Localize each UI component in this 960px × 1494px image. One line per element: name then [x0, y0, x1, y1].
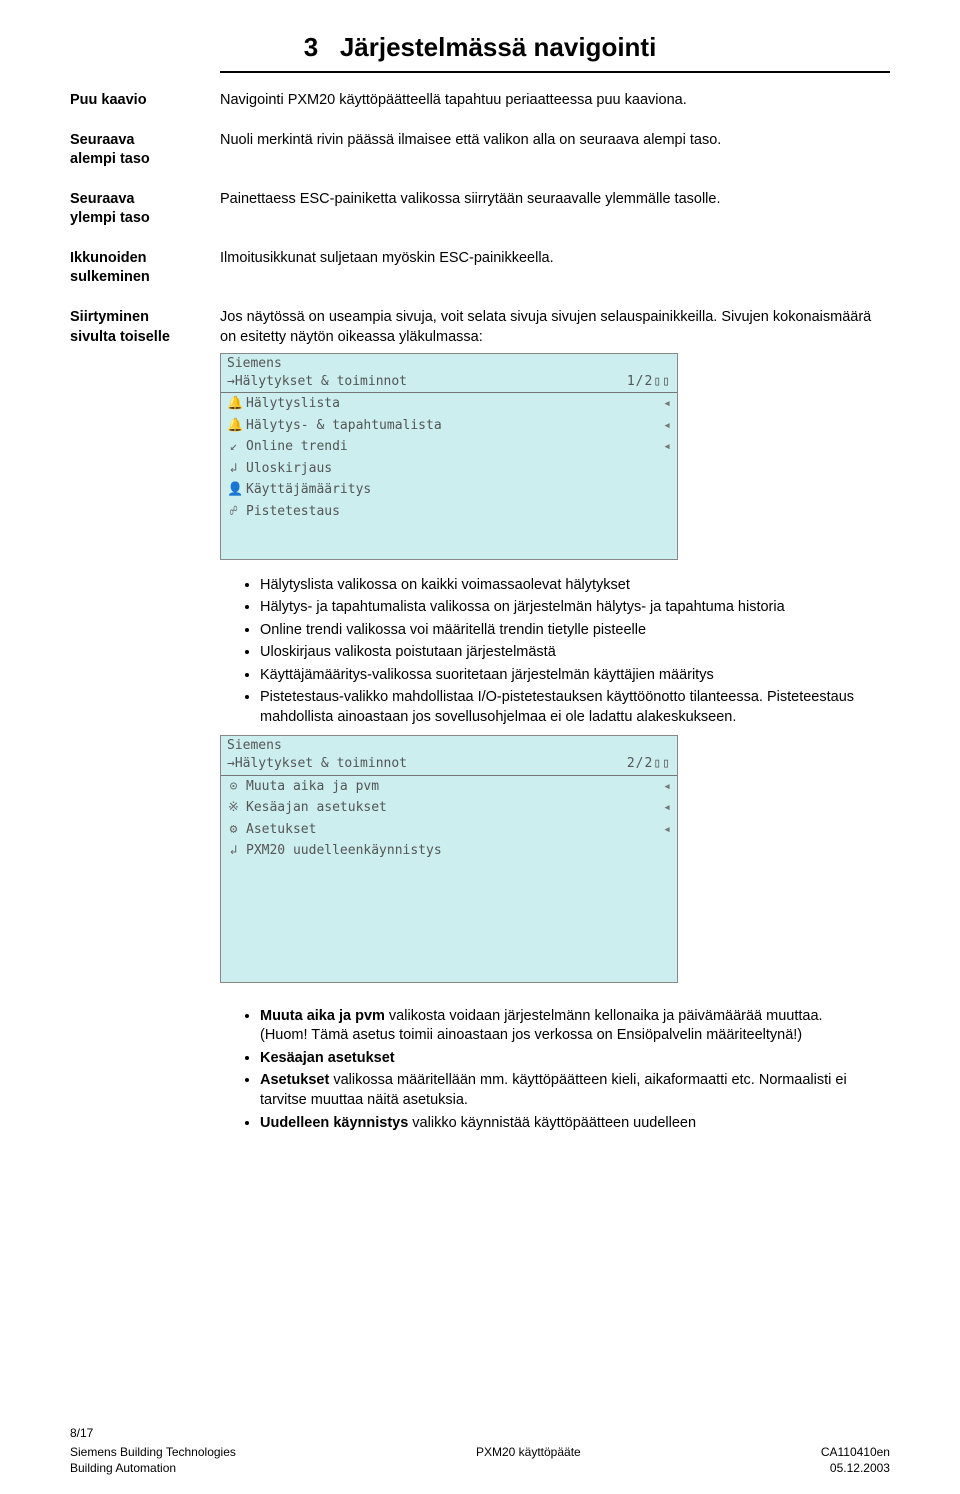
submenu-arrow-icon: ◂	[663, 417, 671, 435]
lcd-menu-item: ⚙Asetukset◂	[221, 819, 677, 841]
def-body: Jos näytössä on useampia sivuja, voit se…	[220, 308, 890, 347]
restart-icon: ↲	[227, 842, 240, 860]
bell-icon: 🔔	[227, 395, 240, 413]
submenu-arrow-icon: ◂	[663, 395, 671, 413]
lcd-screenshot-1: Siemens →Hälytykset & toiminnot 1/2▯▯ 🔔H…	[220, 353, 678, 559]
footer-doc-title: PXM20 käyttöpääte	[476, 1444, 581, 1460]
list-item: Uloskirjaus valikosta poistutaan järjest…	[260, 643, 860, 663]
lcd-menu-item: ↲Uloskirjaus	[221, 458, 677, 480]
lcd-brand: Siemens	[227, 737, 282, 755]
def-label: Seuraava ylempi taso	[70, 190, 220, 229]
settings-icon: ⚙	[227, 821, 240, 839]
user-icon: 👤	[227, 481, 240, 499]
footer-division: Building Automation	[70, 1460, 176, 1476]
chapter-title: Järjestelmässä navigointi	[340, 32, 656, 62]
lcd-menu-item: 🔔Hälytys- & tapahtumalista◂	[221, 415, 677, 437]
submenu-arrow-icon: ◂	[663, 438, 671, 456]
bullet-list-1: Hälytyslista valikossa on kaikki voimass…	[240, 576, 890, 728]
def-label: Ikkunoiden sulkeminen	[70, 249, 220, 288]
lcd-brand: Siemens	[227, 355, 282, 373]
lcd-screenshot-2: Siemens →Hälytykset & toiminnot 2/2▯▯ ⊙M…	[220, 735, 678, 982]
list-item: Muuta aika ja pvm valikosta voidaan järj…	[260, 1007, 860, 1046]
lcd-breadcrumb: →Hälytykset & toiminnot	[227, 373, 407, 391]
def-body: Painettaess ESC-painiketta valikossa sii…	[220, 190, 890, 229]
lcd-menu-item: ※Kesäajan asetukset◂	[221, 797, 677, 819]
def-label: Seuraava alempi taso	[70, 131, 220, 170]
lcd-menu-item: 👤Käyttäjämääritys	[221, 479, 677, 501]
clock-icon: ⊙	[227, 778, 240, 796]
lcd-breadcrumb: →Hälytykset & toiminnot	[227, 755, 407, 773]
footer-company: Siemens Building Technologies	[70, 1444, 236, 1460]
list-item: Pistetestaus-valikko mahdollistaa I/O-pi…	[260, 688, 860, 727]
lcd-menu-item: ☍Pistetestaus	[221, 501, 677, 523]
footer-date: 05.12.2003	[830, 1460, 890, 1476]
test-icon: ☍	[227, 503, 240, 521]
list-item: Hälytys- ja tapahtumalista valikossa on …	[260, 598, 860, 618]
list-item: Kesäajan asetukset	[260, 1049, 860, 1069]
def-body: Nuoli merkintä rivin päässä ilmaisee ett…	[220, 131, 890, 170]
submenu-arrow-icon: ◂	[663, 778, 671, 796]
lcd-menu-item: ⊙Muuta aika ja pvm◂	[221, 776, 677, 798]
page-footer: 8/17 Siemens Building Technologies PXM20…	[70, 1425, 890, 1476]
lcd-menu-item: ↲PXM20 uudelleenkäynnistys	[221, 840, 677, 862]
logout-icon: ↲	[227, 460, 240, 478]
footer-doc-id: CA110410en	[821, 1444, 890, 1460]
def-label: Siirtyminen sivulta toiselle	[70, 308, 220, 347]
chapter-rule	[220, 71, 890, 73]
bullet-list-2: Muuta aika ja pvm valikosta voidaan järj…	[240, 1007, 890, 1133]
dst-icon: ※	[227, 799, 240, 817]
list-item: Hälytyslista valikossa on kaikki voimass…	[260, 576, 860, 596]
lcd-menu-item: ↙Online trendi◂	[221, 436, 677, 458]
list-item: Uudelleen käynnistys valikko käynnistää …	[260, 1114, 860, 1134]
lcd-page-indicator: 2/2▯▯	[627, 755, 671, 773]
list-item: Asetukset valikossa määritellään mm. käy…	[260, 1071, 860, 1110]
def-label: Puu kaavio	[70, 91, 220, 111]
lcd-menu-item: 🔔Hälytyslista◂	[221, 393, 677, 415]
submenu-arrow-icon: ◂	[663, 799, 671, 817]
submenu-arrow-icon: ◂	[663, 821, 671, 839]
lcd-page-indicator: 1/2▯▯	[627, 373, 671, 391]
trend-icon: ↙	[227, 438, 240, 456]
list-item: Online trendi valikossa voi määritellä t…	[260, 621, 860, 641]
bell-icon: 🔔	[227, 417, 240, 435]
list-item: Käyttäjämääritys-valikossa suoritetaan j…	[260, 666, 860, 686]
def-body: Navigointi PXM20 käyttöpäätteellä tapaht…	[220, 91, 890, 111]
chapter-number: 3	[304, 32, 318, 62]
page-number: 8/17	[70, 1425, 890, 1441]
chapter-heading: 3 Järjestelmässä navigointi	[70, 24, 890, 65]
def-body: Ilmoitusikkunat suljetaan myöskin ESC-pa…	[220, 249, 890, 288]
